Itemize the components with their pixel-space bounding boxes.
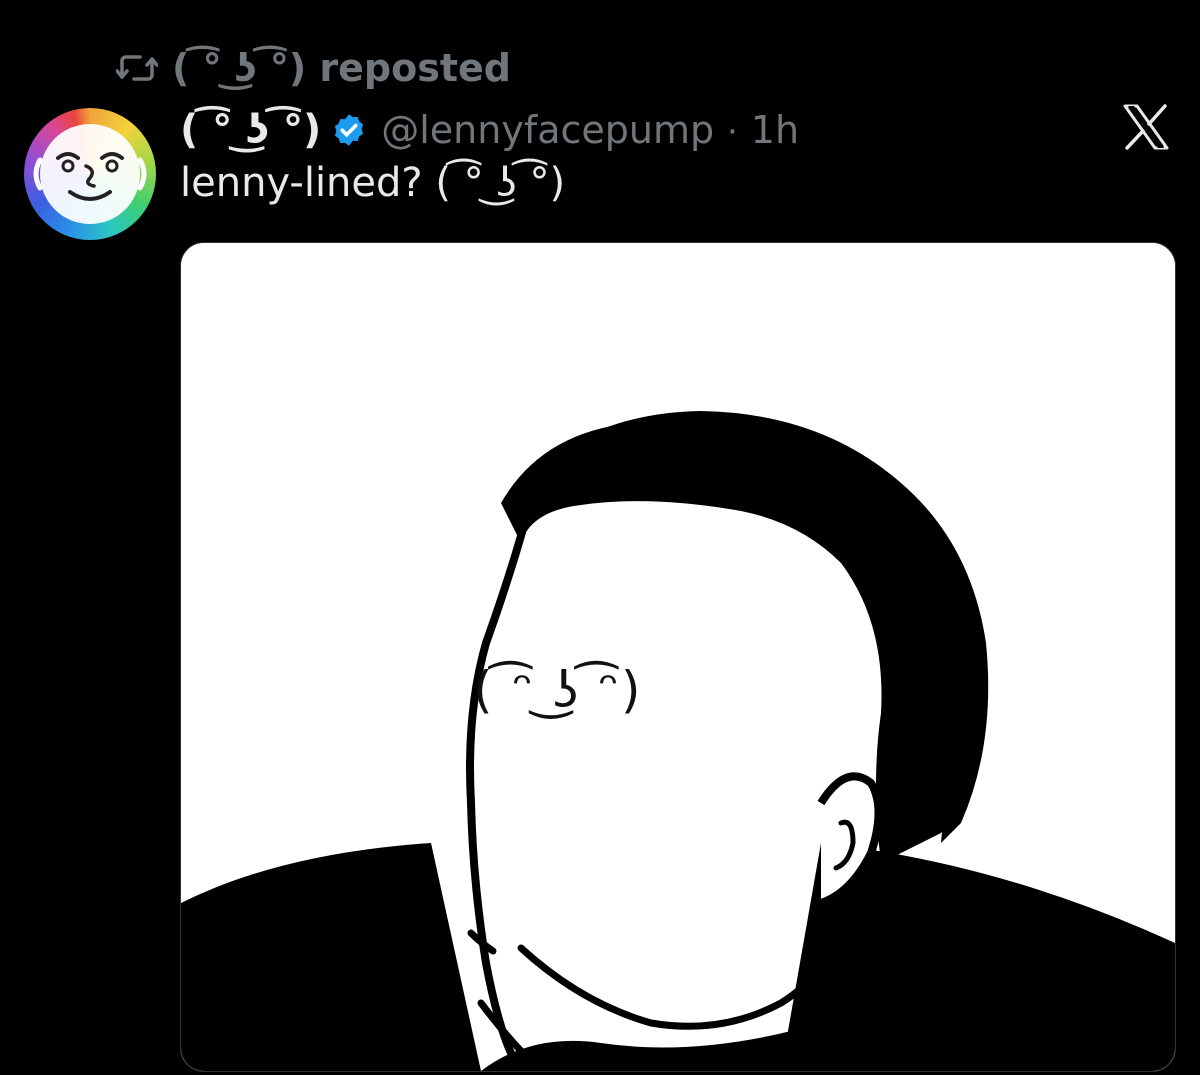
meme-face-image xyxy=(181,243,1175,1071)
lenny-face-avatar-icon xyxy=(33,152,147,201)
author-display-name[interactable]: ( ͡° ͜ʖ ͡°) xyxy=(180,107,321,153)
post-text: lenny-lined? ( ͡° ͜ʖ ͡°) xyxy=(180,160,566,206)
post-timestamp[interactable]: 1h xyxy=(751,108,799,152)
repost-context[interactable]: ( ͡° ͜ʖ ͡°) reposted xyxy=(116,44,511,92)
x-logo-icon[interactable] xyxy=(1122,104,1170,150)
avatar[interactable] xyxy=(24,108,156,240)
separator-dot: · xyxy=(726,108,739,151)
repost-label: ( ͡° ͜ʖ ͡°) reposted xyxy=(172,46,511,90)
post-media[interactable]: ( ͡ᵔ ͜ʖ ͡ᵔ) xyxy=(180,242,1176,1072)
post-view: ( ͡° ͜ʖ ͡°) reposted ( ͡° ͜ʖ ͡°) @lennyf… xyxy=(0,0,1200,1075)
author-handle[interactable]: @lennyfacepump xyxy=(381,108,714,152)
verified-badge-icon[interactable] xyxy=(331,112,367,148)
repost-icon xyxy=(116,55,158,81)
post-header: ( ͡° ͜ʖ ͡°) @lennyfacepump · 1h xyxy=(180,100,799,160)
lenny-face-overlay: ( ͡ᵔ ͜ʖ ͡ᵔ) xyxy=(473,661,643,719)
